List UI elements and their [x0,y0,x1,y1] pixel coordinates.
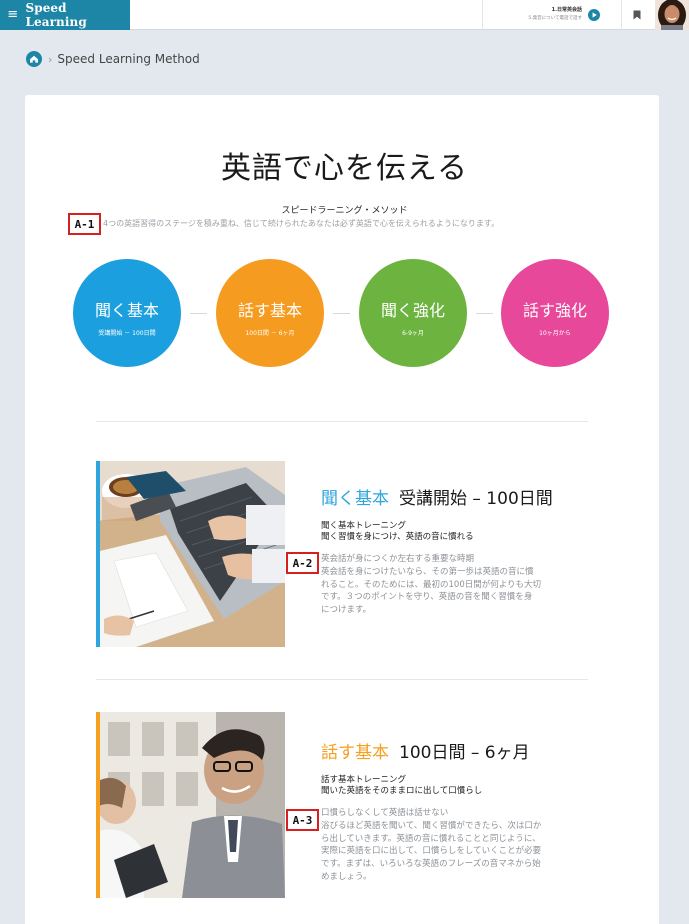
body-line: 英会話を身につけたいなら、その第一歩は英語の音に慣 [321,566,534,577]
body-line: です。３つのポイントを守り、英語の音を聞く習慣を身 [321,592,533,603]
section-title-highlight: 聞く基本 [321,489,389,509]
section-subtitle: 聞く基本トレーニング [321,521,407,531]
lesson-title: 1.日常英会話 [551,7,582,13]
current-lesson[interactable]: 1.日常英会話 5.発音について電話で話す [488,4,610,26]
stage-listen-basic[interactable]: 聞く基本 受講開始 － 100日間 [73,259,181,367]
section-title: 聞く基本 受講開始 – 100日間 [321,484,553,509]
body-line: 口慣らしなくして英語は話せない [321,808,449,818]
intro-text: 4つの英語習得のステージを積み重ね、信じて続けられたあなたは必ず英語で心を伝えら… [103,219,500,228]
brand-bar: ≡ Speed Learning [0,0,130,30]
user-avatar[interactable] [655,0,689,30]
section-divider [96,421,588,422]
annotation-tag-a2: A-2 [286,552,319,574]
avatar-portrait [655,0,689,30]
section-title-period: 受講開始 – 100日間 [399,489,553,509]
body-line: 浴びるほど英語を聞いて、聞く習慣ができたら、次は口か [321,820,542,831]
business-conversation-illustration [96,712,285,898]
listen-basic-photo [96,461,285,647]
annotation-tag-a3: A-3 [286,809,319,831]
accent-bar [96,461,100,647]
stage-period: 受講開始 － 100日間 [98,330,156,337]
body-line: めましょう。 [321,871,372,882]
toolbar-divider [482,0,483,30]
stage-period: 6-9ヶ月 [402,330,424,337]
section-divider [96,679,588,680]
section-title-highlight: 話す基本 [321,743,389,763]
section-title-period: 100日間 – 6ヶ月 [399,743,530,763]
stage-connector [190,313,207,314]
method-label: スピードラーニング・メソッド [281,206,408,216]
section-body: 英会話が身につくか左右する重要な時期 英会話を身につけたいなら、その第一歩は英語… [321,553,581,617]
speak-basic-photo [96,712,285,898]
body-line: ら出していきます。英語の音に慣れることと同じように、 [321,833,541,844]
brand-logo[interactable]: Speed Learning [25,1,130,29]
stage-speak-advanced[interactable]: 話す強化 10ヶ月から [501,259,609,367]
body-line: 英会話が身につくか左右する重要な時期 [321,554,475,564]
stage-period: 100日間 － 6ヶ月 [245,330,295,337]
section-subtitle: 聞いた英語をそのままロに出して口慣らし [321,786,483,796]
stage-name: 聞く強化 [380,301,445,320]
section-title: 話す基本 100日間 – 6ヶ月 [321,738,530,763]
annotation-tag-a1: A-1 [68,213,101,235]
section-body: 口慣らしなくして英語は話せない 浴びるほど英語を聞いて、聞く習慣ができたら、次は… [321,807,581,884]
breadcrumb-current: Speed Learning Method [57,52,200,66]
play-icon[interactable] [588,9,600,21]
stage-listen-advanced[interactable]: 聞く強化 6-9ヶ月 [359,259,467,367]
accent-bar [96,712,100,898]
stage-name: 聞く基本 [94,301,159,320]
stage-name: 話す強化 [522,301,587,320]
hamburger-menu-icon[interactable]: ≡ [0,0,25,30]
section-subtitle: 聞く習慣を身につけ、英語の音に慣れる [321,532,474,542]
section-subtitle: 話す基本トレーニング [321,775,407,785]
home-icon[interactable] [26,51,42,67]
page-title: 英語で心を伝える [220,151,469,186]
stage-speak-basic[interactable]: 話す基本 100日間 － 6ヶ月 [216,259,324,367]
top-bar: ≡ Speed Learning 1.日常英会話 5.発音について電話で話す [0,0,689,30]
bookmark-icon[interactable] [633,10,641,20]
body-line: 実際に英語を口に出して、口慣らしをしていくことが必要 [321,846,542,857]
breadcrumb-separator: › [48,52,53,66]
laptop-desk-illustration [96,461,285,647]
stage-connector [476,313,493,314]
stage-name: 話す基本 [237,301,302,320]
stage-connector [333,313,350,314]
body-line: につけます。 [321,605,372,616]
toolbar-divider [621,0,622,30]
body-line: です。まずは、いろいろな英語のフレーズの音マネから始 [321,859,541,870]
stage-period: 10ヶ月から [539,330,571,337]
body-line: れること。そのためには、最初の100日間が何よりも大切 [321,579,542,590]
breadcrumb: › Speed Learning Method [26,51,200,67]
lesson-subtitle: 5.発音について電話で話す [528,16,582,21]
